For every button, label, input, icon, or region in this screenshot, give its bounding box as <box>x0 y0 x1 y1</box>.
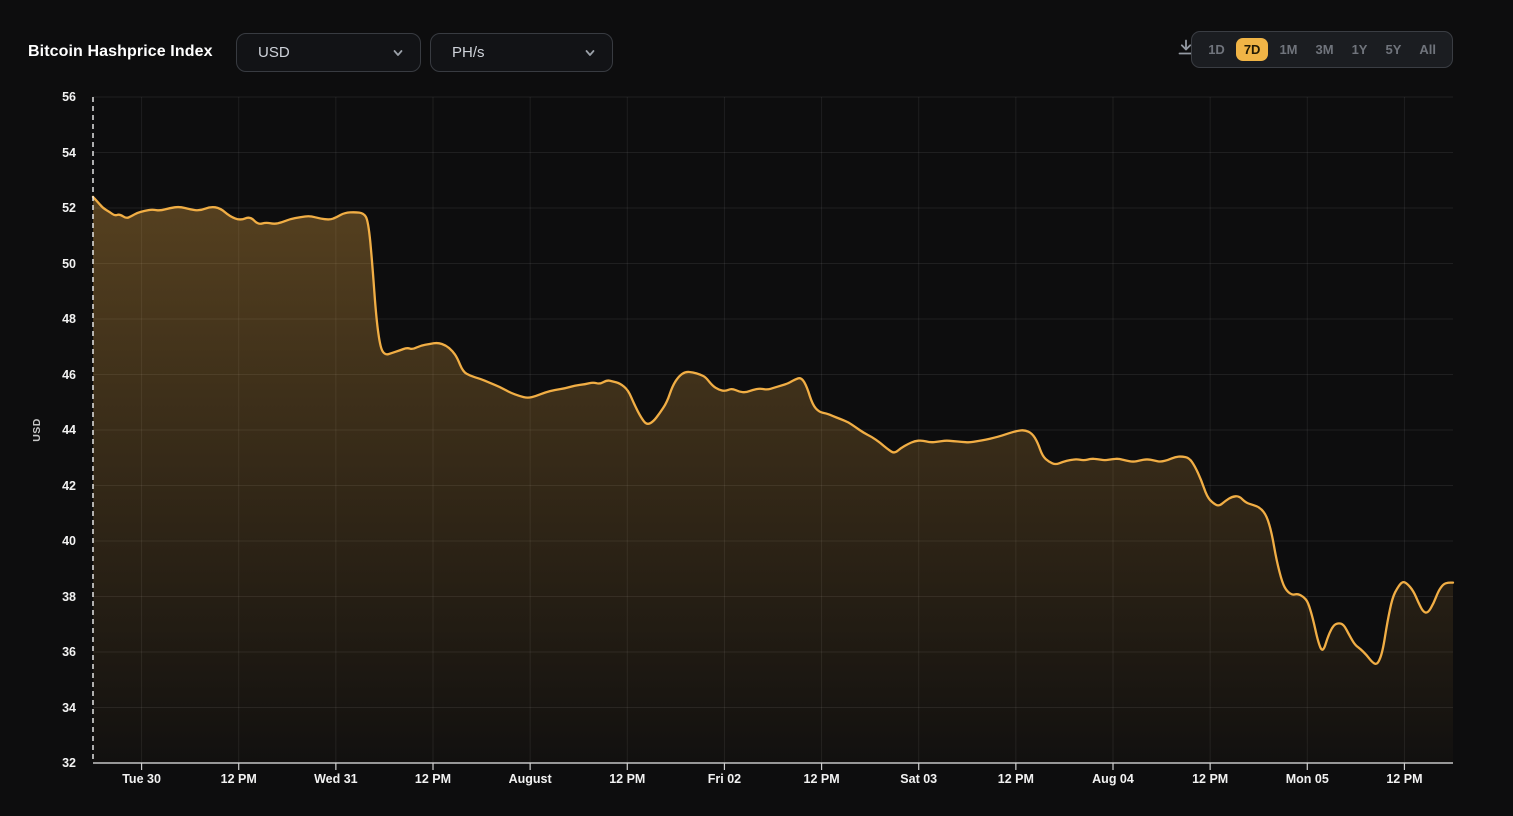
chart-svg <box>91 96 1455 770</box>
x-axis-tick-label: 12 PM <box>1192 772 1229 786</box>
y-axis-tick-label: 54 <box>62 145 76 160</box>
y-axis-unit-label: USD <box>31 418 43 442</box>
chart-plot-area[interactable] <box>93 97 1453 763</box>
x-axis-tick-label: Fri 02 <box>707 772 742 786</box>
y-axis-tick-label: 38 <box>62 589 76 604</box>
y-axis-tick-label: 34 <box>62 700 76 715</box>
x-axis-tick-label: 12 PM <box>609 772 646 786</box>
x-axis-tick-label: 12 PM <box>997 772 1034 786</box>
y-axis-tick-label: 48 <box>62 312 76 326</box>
y-axis-tick-label: 42 <box>62 478 76 493</box>
y-axis-tick-label: 56 <box>62 90 76 104</box>
x-axis-tick-label: Sat 03 <box>900 772 938 786</box>
y-axis-tick-label: 32 <box>62 756 76 770</box>
x-axis-tick-label: Tue 30 <box>122 772 161 786</box>
x-axis-tick-label: 12 PM <box>414 772 452 786</box>
x-axis-tick-label: August <box>508 772 552 786</box>
x-axis-tick-label: 12 PM <box>220 772 257 786</box>
x-axis-tick-label: 12 PM <box>803 772 840 786</box>
x-axis-tick-label: Mon 05 <box>1285 772 1329 786</box>
y-axis-tick-label: 50 <box>62 256 76 271</box>
y-axis-tick-label: 52 <box>62 201 76 215</box>
y-axis-tick-label: 36 <box>62 645 76 659</box>
y-axis-tick-label: 40 <box>62 534 76 548</box>
x-axis-tick-label: Wed 31 <box>314 772 358 786</box>
x-axis-tick-label: Aug 04 <box>1092 772 1134 786</box>
x-axis-tick-label: 12 PM <box>1386 772 1423 786</box>
y-axis-tick-label: 46 <box>62 367 76 382</box>
